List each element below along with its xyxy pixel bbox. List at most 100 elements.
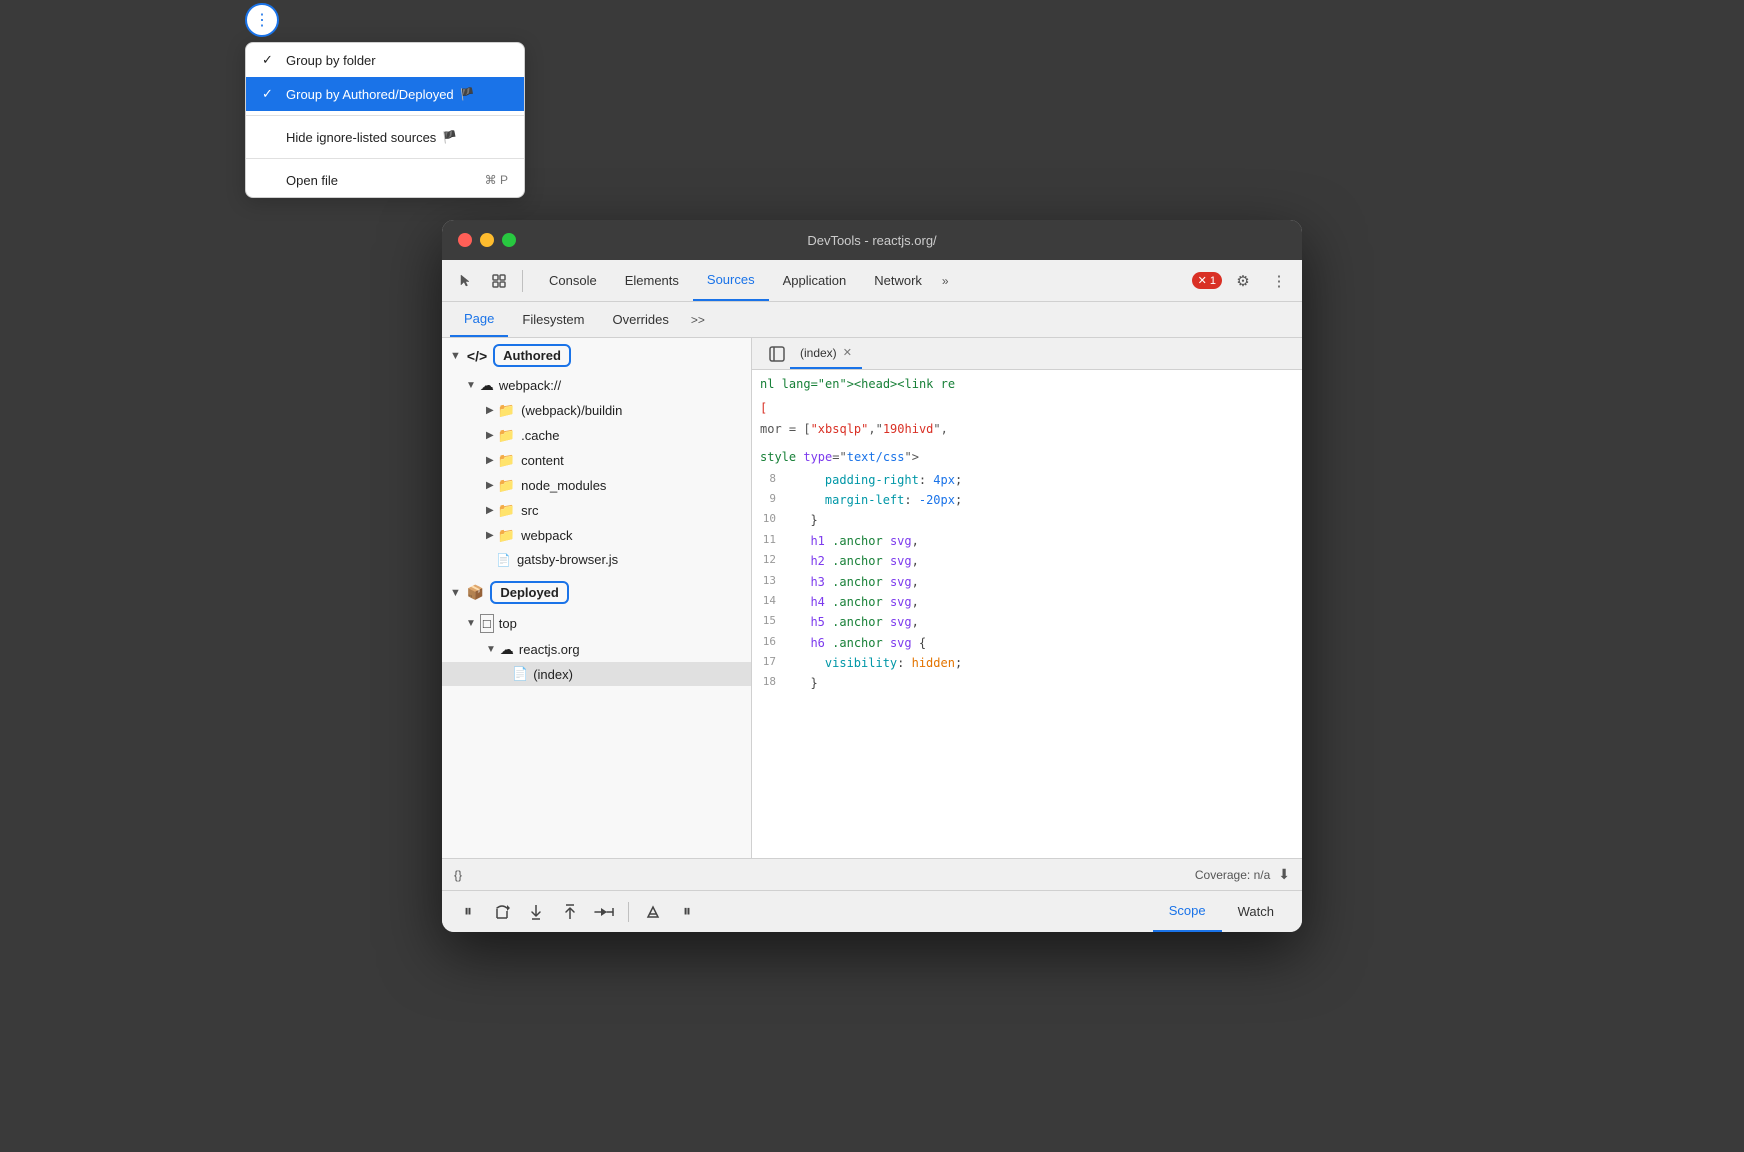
download-icon: ⬇ xyxy=(1278,866,1290,882)
js-mor-text: mor = [ xyxy=(760,422,811,436)
cloud-icon: ☁ xyxy=(480,377,494,394)
subtabs: Page Filesystem Overrides >> ⋮ xyxy=(442,302,1302,338)
tree-item-buildin[interactable]: ▶ 📁 (webpack)/buildin xyxy=(442,398,751,423)
coverage-section: Coverage: n/a ⬇ xyxy=(1195,866,1290,883)
coverage-label: Coverage: n/a xyxy=(1195,868,1270,882)
style-line: style type="text/css"> xyxy=(752,443,1302,469)
code-content: nl lang="en"><head><link re [ mor = ["xb… xyxy=(752,370,1302,858)
deployed-cube-icon: 📦 xyxy=(467,584,484,601)
tab-elements[interactable]: Elements xyxy=(611,260,693,301)
tree-item-content[interactable]: ▶ 📁 content xyxy=(442,448,751,473)
html-header-line: nl lang="en"><head><link re xyxy=(752,370,1302,398)
folder-icon: 📁 xyxy=(498,477,515,494)
file-panel: ▼ </> Authored ▼ ☁ webpack:// ▶ 📁 (webpa… xyxy=(442,338,752,858)
window-title: DevTools - reactjs.org/ xyxy=(807,233,936,248)
devtools-window: DevTools - reactjs.org/ Console Elements xyxy=(442,220,1302,932)
tab-console[interactable]: Console xyxy=(535,260,611,301)
inspect-icon[interactable] xyxy=(484,266,514,296)
tree-item-cache[interactable]: ▶ 📁 .cache xyxy=(442,423,751,448)
code-line-11: 11 h1 .anchor svg, xyxy=(752,531,1302,551)
toolbar-right: ✕ 1 ⚙ ⋮ xyxy=(1192,266,1294,296)
pause-button[interactable]: ⏸ xyxy=(454,898,482,926)
folder-icon: 📁 xyxy=(498,527,515,544)
step-over-button[interactable] xyxy=(488,898,516,926)
tree-item-gatsby-browser[interactable]: 📄 gatsby-browser.js xyxy=(442,548,751,571)
scope-tab-watch[interactable]: Watch xyxy=(1222,891,1290,932)
authored-arrow: ▼ xyxy=(450,350,461,362)
js-array-line: [ xyxy=(752,398,1302,418)
scope-tab-scope[interactable]: Scope xyxy=(1153,891,1222,932)
deployed-arrow: ▼ xyxy=(450,587,461,599)
error-x-icon: ✕ xyxy=(1198,274,1207,287)
step-into-button[interactable] xyxy=(522,898,550,926)
blackbox-button[interactable] xyxy=(639,898,667,926)
folder-arrow: ▶ xyxy=(486,405,494,416)
authored-code-icon: </> xyxy=(467,348,487,364)
tree-item-src[interactable]: ▶ 📁 src xyxy=(442,498,751,523)
coverage-download-button[interactable]: ⬇ xyxy=(1278,866,1290,883)
folder-icon: 📁 xyxy=(498,452,515,469)
cursor-tool-icon[interactable] xyxy=(450,266,480,296)
tree-item-top[interactable]: ▼ □ top xyxy=(442,610,751,637)
debug-divider xyxy=(628,902,629,922)
minimize-button[interactable] xyxy=(480,233,494,247)
settings-icon[interactable]: ⚙ xyxy=(1228,266,1258,296)
maximize-button[interactable] xyxy=(502,233,516,247)
code-line-9: 9 margin-left: -20px; xyxy=(752,490,1302,510)
code-line-10: 10 } xyxy=(752,510,1302,530)
js-array-bracket: [ xyxy=(760,401,767,415)
deployed-section-header[interactable]: ▼ 📦 Deployed xyxy=(442,575,751,610)
async-pause-button[interactable]: ⏸ xyxy=(673,898,701,926)
tree-item-index[interactable]: 📄 (index) xyxy=(442,662,751,686)
tab-network[interactable]: Network xyxy=(860,260,936,301)
sidebar-toggle-button[interactable] xyxy=(764,341,790,367)
error-badge[interactable]: ✕ 1 xyxy=(1192,272,1222,289)
toolbar-tabs: Console Elements Sources Application Net… xyxy=(535,260,955,301)
code-panel: (index) ✕ nl lang="en"><head><link re [ … xyxy=(752,338,1302,858)
more-options-icon[interactable]: ⋮ xyxy=(1264,266,1294,296)
code-tab-label: (index) xyxy=(800,346,837,360)
webpack-root-item[interactable]: ▼ ☁ webpack:// xyxy=(442,373,751,398)
tree-item-reactjs-org[interactable]: ▼ ☁ reactjs.org xyxy=(442,637,751,662)
code-line-16: 16 h6 .anchor svg { xyxy=(752,633,1302,653)
code-tabs: (index) ✕ xyxy=(752,338,1302,370)
deployed-label: Deployed xyxy=(490,581,569,604)
code-line-13: 13 h3 .anchor svg, xyxy=(752,572,1302,592)
folder-arrow: ▼ xyxy=(466,618,476,629)
authored-label: Authored xyxy=(493,344,571,367)
step-button[interactable] xyxy=(590,898,618,926)
format-button[interactable]: {} xyxy=(454,868,462,882)
subtab-overrides[interactable]: Overrides xyxy=(599,302,683,337)
authored-section-header[interactable]: ▼ </> Authored xyxy=(442,338,751,373)
tree-item-webpack[interactable]: ▶ 📁 webpack xyxy=(442,523,751,548)
code-line-8: 8 padding-right: 4px; xyxy=(752,470,1302,490)
code-line-17: 17 visibility: hidden; xyxy=(752,653,1302,673)
tree-item-node-modules[interactable]: ▶ 📁 node_modules xyxy=(442,473,751,498)
code-tab-index[interactable]: (index) ✕ xyxy=(790,338,862,369)
html-header-text: nl lang="en"><head><link re xyxy=(760,377,955,391)
close-button[interactable] xyxy=(458,233,472,247)
main-toolbar: Console Elements Sources Application Net… xyxy=(442,260,1302,302)
folder-arrow: ▶ xyxy=(486,480,494,491)
tab-application[interactable]: Application xyxy=(769,260,861,301)
scope-tabs: Scope Watch xyxy=(1153,891,1290,932)
toolbar-more-tabs[interactable]: » xyxy=(936,274,955,288)
folder-arrow: ▶ xyxy=(486,455,494,466)
subtab-page[interactable]: Page xyxy=(450,302,508,337)
document-icon: 📄 xyxy=(512,666,528,682)
subtabs-more[interactable]: >> xyxy=(683,313,713,327)
cloud-icon-2: ☁ xyxy=(500,641,514,658)
code-tab-close[interactable]: ✕ xyxy=(843,346,852,359)
tab-sources[interactable]: Sources xyxy=(693,260,769,301)
panels: ▼ </> Authored ▼ ☁ webpack:// ▶ 📁 (webpa… xyxy=(442,338,1302,858)
js-file-icon: 📄 xyxy=(496,553,511,567)
js-mor-line: mor = ["xbsqlp","190hivd", xyxy=(752,419,1302,443)
code-line-14: 14 h4 .anchor svg, xyxy=(752,592,1302,612)
folder-arrow: ▶ xyxy=(486,430,494,441)
status-bar: {} Coverage: n/a ⬇ xyxy=(442,858,1302,890)
folder-arrow: ▼ xyxy=(486,644,496,655)
step-out-button[interactable] xyxy=(556,898,584,926)
code-line-12: 12 h2 .anchor svg, xyxy=(752,551,1302,571)
titlebar: DevTools - reactjs.org/ xyxy=(442,220,1302,260)
subtab-filesystem[interactable]: Filesystem xyxy=(508,302,598,337)
